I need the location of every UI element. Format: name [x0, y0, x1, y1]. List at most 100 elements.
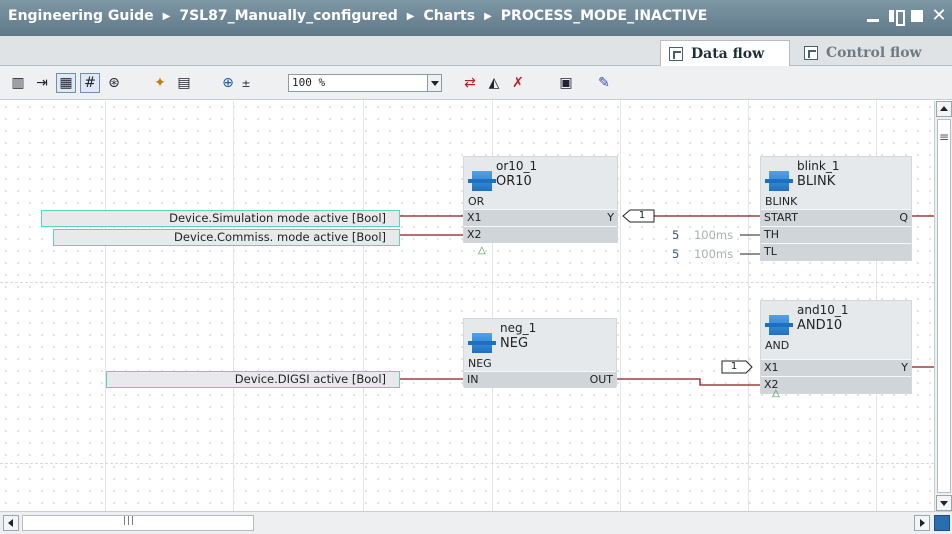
- signal-pin-digsi-active[interactable]: Device.DIGSI active [Bool]: [106, 371, 400, 388]
- tab-control-flow[interactable]: Control flow: [796, 40, 952, 66]
- block-pin-row: X1 Y: [761, 359, 911, 376]
- chart-view-icon[interactable]: ◭: [484, 73, 504, 93]
- maximize-icon[interactable]: [908, 6, 926, 26]
- block-pin-row: X2: [761, 376, 911, 393]
- block-instance-name: and10_1: [797, 303, 849, 317]
- block-pin-row: X1 Y: [464, 209, 617, 226]
- block-instance-name: or10_1: [496, 159, 538, 173]
- connector-tag-and-x1[interactable]: 1: [722, 360, 746, 373]
- function-block-and10[interactable]: and10_1 AND10 AND X1 Y X2: [760, 300, 912, 394]
- tile-icon[interactable]: [886, 6, 905, 26]
- breadcrumb-separator-icon: ▶: [484, 10, 492, 22]
- param-tl-value: 5: [672, 247, 680, 261]
- horizontal-scrollbar[interactable]: [0, 511, 952, 534]
- zoom-select[interactable]: 100 %: [288, 74, 442, 92]
- block-kind: NEG: [468, 357, 492, 370]
- param-tl-unit: 100ms: [693, 247, 734, 261]
- breadcrumb-item-chart: PROCESS_MODE_INACTIVE: [500, 8, 708, 24]
- zoom-value: 100 %: [292, 76, 326, 89]
- block-kind: AND: [765, 339, 790, 352]
- scroll-up-icon[interactable]: [936, 101, 952, 117]
- minimize-icon[interactable]: [864, 6, 882, 26]
- input-pin-th[interactable]: TH: [764, 227, 779, 243]
- pen-icon[interactable]: ✎: [594, 73, 614, 93]
- block-pin-row: X2: [464, 226, 617, 243]
- function-block-or10[interactable]: or10_1 OR10 OR X1 Y X2: [463, 156, 618, 243]
- zoom-menu-icon[interactable]: ±: [236, 73, 256, 93]
- block-instance-name: blink_1: [797, 159, 840, 173]
- block-pin-row: IN OUT: [464, 371, 616, 388]
- grid-icon[interactable]: ▦: [56, 73, 76, 93]
- function-block-icon: [765, 315, 793, 335]
- data-flow-icon: [669, 46, 683, 61]
- signal-pin-commiss-mode[interactable]: Device.Commiss. mode active [Bool]: [53, 229, 400, 246]
- output-pin-q[interactable]: Q: [899, 210, 908, 226]
- output-pin-y[interactable]: Y: [901, 360, 908, 376]
- overview-navigator-icon[interactable]: [934, 515, 950, 531]
- horizontal-scroll-thumb[interactable]: [22, 515, 254, 531]
- input-pin-in[interactable]: IN: [467, 372, 478, 388]
- view-tab-bar: Data flow Control flow: [0, 36, 952, 66]
- input-pin-x1[interactable]: X1: [467, 210, 482, 226]
- breadcrumb-item-project[interactable]: Engineering Guide: [8, 8, 154, 24]
- window-controls: ✕: [864, 6, 948, 26]
- signal-pin-simulation-mode[interactable]: Device.Simulation mode active [Bool]: [41, 210, 400, 227]
- block-kind: BLINK: [765, 195, 798, 208]
- function-block-icon: [468, 171, 496, 191]
- auto-route-icon[interactable]: ✦: [150, 73, 170, 93]
- block-type-name: AND10: [797, 318, 843, 333]
- scroll-down-icon[interactable]: [936, 495, 952, 511]
- sequence-icon[interactable]: ▣: [556, 73, 576, 93]
- align-icon[interactable]: ⇥: [32, 73, 52, 93]
- chart-canvas[interactable]: 1 1 Device.Simulation mode active [Bool]…: [0, 101, 934, 511]
- chevron-down-icon[interactable]: [427, 75, 441, 91]
- function-block-neg[interactable]: neg_1 NEG NEG IN OUT: [463, 318, 617, 388]
- add-input-icon[interactable]: △: [772, 388, 780, 399]
- input-pin-x1[interactable]: X1: [764, 360, 779, 376]
- vertical-scroll-thumb[interactable]: [937, 119, 951, 493]
- scroll-right-icon[interactable]: [914, 515, 930, 531]
- block-type-name: BLINK: [797, 174, 836, 189]
- split-view-icon[interactable]: ▥: [8, 73, 28, 93]
- param-wire: [740, 234, 760, 255]
- input-pin-start[interactable]: START: [764, 210, 798, 226]
- close-icon[interactable]: ✕: [930, 6, 948, 26]
- input-pin-x2[interactable]: X2: [467, 227, 482, 243]
- table-view-icon[interactable]: ▤: [174, 73, 194, 93]
- zoom-in-icon[interactable]: ⊕: [218, 73, 238, 93]
- block-pin-row: TH: [761, 226, 911, 243]
- scroll-left-icon[interactable]: [3, 515, 19, 531]
- function-block-blink[interactable]: blink_1 BLINK BLINK START Q TH TL: [760, 156, 912, 261]
- param-th-unit: 100ms: [693, 228, 734, 242]
- block-instance-name: neg_1: [500, 321, 537, 335]
- editor-toolbar: ▥ ⇥ ▦ # ⊛ ✦ ▤ ⊕ ± 100 % ⇄ ◭ ✗ ▣ ✎: [0, 66, 952, 100]
- param-th-value: 5: [672, 228, 680, 242]
- editor-title-bar: Engineering Guide ▶ 7SL87_Manually_confi…: [0, 0, 952, 36]
- connector-tag-or-out[interactable]: 1: [632, 209, 652, 222]
- param-th[interactable]: 5 100ms: [672, 228, 733, 242]
- block-type-name: OR10: [496, 174, 532, 189]
- connection-icon[interactable]: ⇄: [460, 73, 480, 93]
- param-tl[interactable]: 5 100ms: [672, 247, 733, 261]
- block-pin-row: TL: [761, 243, 911, 260]
- tab-data-flow[interactable]: Data flow: [660, 40, 790, 66]
- function-block-icon: [765, 171, 793, 191]
- snap-grid-icon[interactable]: #: [80, 73, 100, 93]
- breadcrumb-item-device[interactable]: 7SL87_Manually_configured: [179, 8, 397, 24]
- tab-control-flow-label: Control flow: [826, 45, 922, 61]
- breadcrumb: Engineering Guide ▶ 7SL87_Manually_confi…: [8, 8, 707, 24]
- block-kind: OR: [468, 195, 485, 208]
- delete-connection-icon[interactable]: ✗: [508, 73, 528, 93]
- vertical-scrollbar[interactable]: [934, 101, 952, 511]
- block-type-name: NEG: [500, 336, 529, 351]
- breadcrumb-item-charts[interactable]: Charts: [423, 8, 475, 24]
- control-flow-icon: [804, 46, 818, 60]
- breadcrumb-separator-icon: ▶: [406, 10, 415, 22]
- output-pin-y[interactable]: Y: [607, 210, 614, 226]
- block-pin-row: START Q: [761, 209, 911, 226]
- output-pin-out[interactable]: OUT: [590, 372, 613, 388]
- function-block-icon: [468, 333, 496, 353]
- add-input-icon[interactable]: △: [478, 245, 486, 256]
- link-icon[interactable]: ⊛: [104, 73, 124, 93]
- input-pin-tl[interactable]: TL: [764, 244, 777, 260]
